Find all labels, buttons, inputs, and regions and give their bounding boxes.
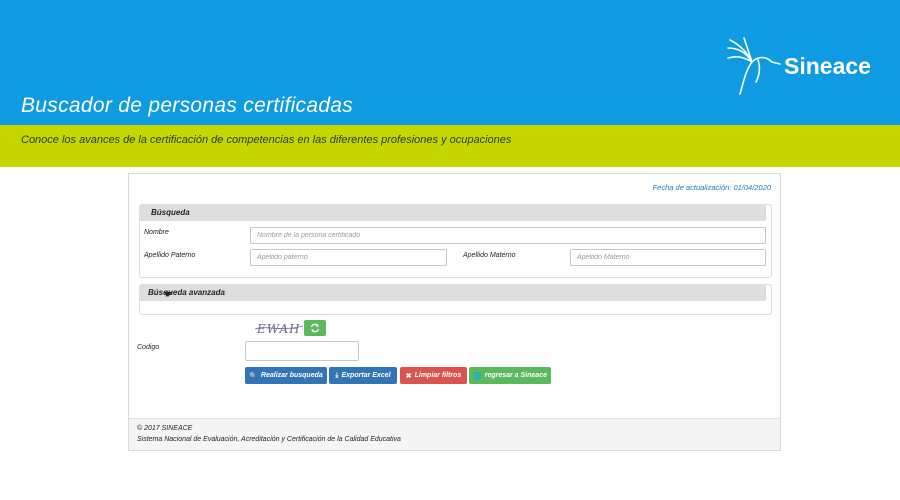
subtitle-banner	[0, 125, 900, 167]
footer-copyright: © 2017 SINEACE	[137, 425, 193, 432]
close-icon: ✖	[405, 372, 412, 380]
update-date: Fecha de actualización: 01/04/2020	[652, 183, 771, 192]
regresar-sineace-label: regresar a Sineace	[484, 372, 547, 379]
advanced-search-toggle[interactable]: Búsqueda avanzada	[139, 284, 766, 301]
search-panel: Fecha de actualización: 01/04/2020 Búsqu…	[128, 173, 781, 451]
apellido-materno-input[interactable]	[570, 249, 766, 266]
logo-text: Sineace	[784, 53, 871, 79]
advanced-search-heading: Búsqueda avanzada	[148, 288, 225, 297]
refresh-icon	[310, 323, 320, 333]
caret-down-icon	[164, 292, 172, 297]
codigo-input[interactable]	[245, 341, 359, 361]
globe-icon: 🌐	[473, 372, 482, 380]
advanced-search-box: Búsqueda avanzada	[139, 284, 772, 315]
page-title: Buscador de personas certificadas	[21, 94, 354, 117]
hummingbird-icon	[727, 37, 781, 95]
nombre-label: Nombre	[144, 229, 169, 236]
captcha-refresh-button[interactable]	[304, 320, 326, 336]
advanced-search-heading-wrap: Búsqueda avanzada	[148, 288, 225, 297]
search-heading: Búsqueda	[151, 208, 190, 217]
exportar-excel-label: Exportar Excel	[341, 372, 391, 379]
panel-footer: © 2017 SINEACE Sistema Nacional de Evalu…	[129, 418, 780, 450]
captcha-text: EWAH	[256, 322, 301, 336]
search-box: Búsqueda Nombre Apellido Paterno Apellid…	[139, 204, 772, 278]
search-box-header: Búsqueda	[139, 204, 766, 221]
apellido-materno-label: Apellido Materno	[463, 252, 516, 259]
exportar-excel-button[interactable]: ⤓ Exportar Excel	[329, 367, 397, 384]
search-icon: 🔍	[249, 372, 258, 380]
realizar-busqueda-button[interactable]: 🔍 Realizar busqueda	[245, 367, 327, 384]
apellido-paterno-input[interactable]	[250, 249, 447, 266]
download-icon: ⤓	[335, 371, 339, 379]
sineace-logo[interactable]: Sineace	[722, 36, 882, 96]
captcha-image: EWAH	[254, 322, 304, 336]
limpiar-filtros-label: Limpiar filtros	[414, 372, 462, 379]
page-subtitle: Conoce los avances de la certificación d…	[21, 134, 512, 146]
limpiar-filtros-button[interactable]: ✖ Limpiar filtros	[400, 367, 467, 384]
apellido-paterno-label: Apellido Paterno	[144, 252, 196, 259]
footer-organization: Sistema Nacional de Evaluación, Acredita…	[137, 436, 401, 443]
realizar-busqueda-label: Realizar busqueda	[260, 372, 323, 379]
regresar-sineace-button[interactable]: 🌐 regresar a Sineace	[469, 367, 551, 384]
nombre-input[interactable]	[250, 227, 766, 244]
codigo-label: Codigo	[137, 344, 160, 351]
